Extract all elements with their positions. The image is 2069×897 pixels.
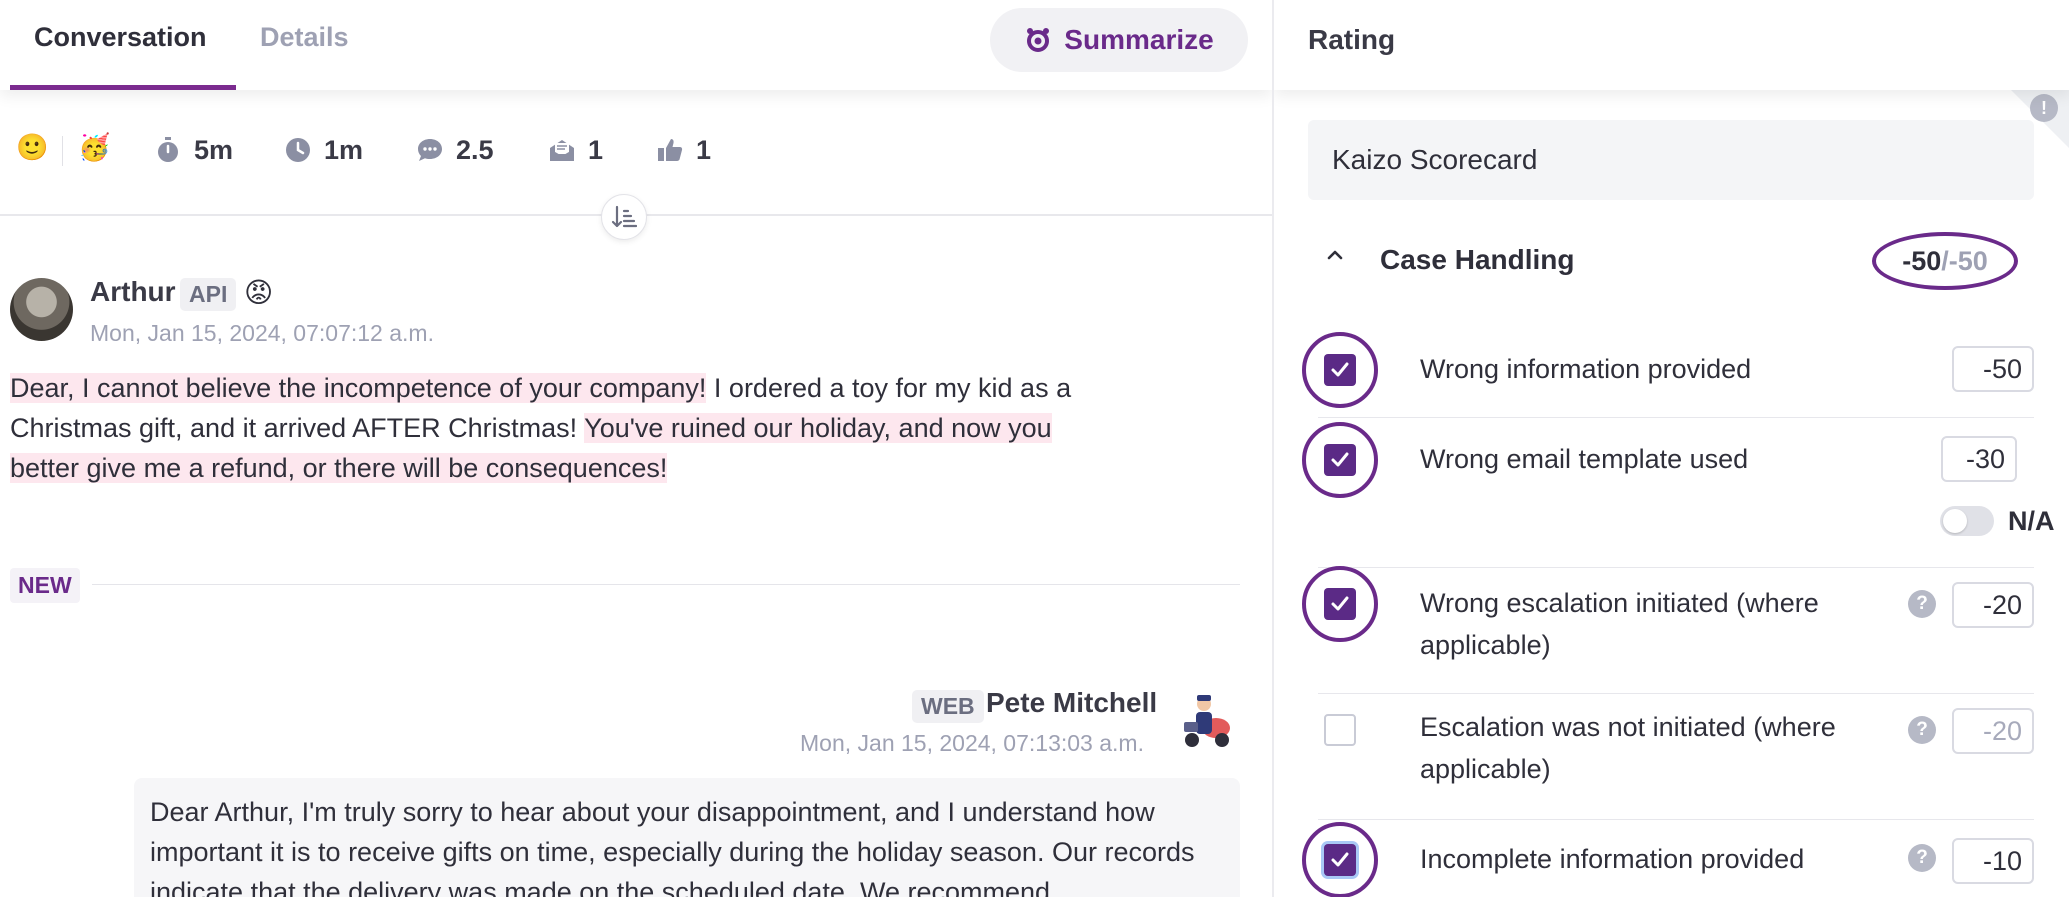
chat-bubble-icon xyxy=(418,139,442,161)
criterion-checkbox[interactable] xyxy=(1324,444,1356,476)
criterion-score-input[interactable]: -30 xyxy=(1941,436,2017,482)
na-toggle[interactable] xyxy=(1940,506,1994,536)
likes-value: 1 xyxy=(696,134,712,165)
chevron-up-icon[interactable] xyxy=(1322,242,1348,268)
checkmark-icon xyxy=(1331,362,1349,377)
message-timestamp: Mon, Jan 15, 2024, 07:07:12 a.m. xyxy=(90,320,434,346)
section-score-value: -50 xyxy=(1902,245,1942,276)
customer-avatar xyxy=(10,278,73,341)
message-timestamp: Mon, Jan 15, 2024, 07:13:03 a.m. xyxy=(800,730,1144,756)
section-case-handling[interactable]: Case Handling -50/-50 xyxy=(1308,230,2038,292)
section-title: Case Handling xyxy=(1380,244,1575,275)
response-time-value: 1m xyxy=(324,134,364,165)
sort-descending-icon xyxy=(611,205,637,228)
scorecard-name: Kaizo Scorecard xyxy=(1308,120,2034,200)
party-face-icon: 🥳 xyxy=(78,132,111,162)
emails-value: 1 xyxy=(588,134,604,165)
response-time-stat: 1m xyxy=(284,118,363,182)
na-label: N/A xyxy=(2008,506,2055,536)
sparkle-robot-icon xyxy=(1027,28,1050,52)
summarize-button[interactable]: Summarize xyxy=(990,8,1248,72)
tab-conversation[interactable]: Conversation xyxy=(34,22,207,53)
exclamation-icon[interactable]: ! xyxy=(2030,94,2058,122)
channel-badge: WEB xyxy=(912,690,984,723)
open-envelope-icon xyxy=(550,140,574,161)
help-icon[interactable]: ? xyxy=(1908,716,1936,744)
agent-avatar xyxy=(1176,690,1236,750)
checkmark-icon xyxy=(1331,852,1349,867)
rating-title: Rating xyxy=(1308,24,1396,55)
rating-pane: Rating ! Kaizo Scorecard Case Handling -… xyxy=(1272,0,2069,897)
stats-divider xyxy=(62,136,63,166)
likes-stat: 1 xyxy=(656,118,711,182)
criterion-label: Wrong information provided xyxy=(1420,354,1752,384)
conversation-pane: Conversation Details Summarize 🙂 🥳 5m 1m… xyxy=(0,0,1272,897)
help-icon[interactable]: ? xyxy=(1908,844,1936,872)
criterion-row: Wrong information provided -50 xyxy=(1302,322,2034,418)
messages-value: 2.5 xyxy=(456,134,494,165)
checkmark-icon xyxy=(1331,596,1349,611)
conversation-stats: 🙂 🥳 5m 1m 2.5 1 1 xyxy=(0,118,1272,182)
section-score: -50/-50 xyxy=(1872,232,2018,290)
new-messages-label: NEW xyxy=(10,568,80,603)
criterion-row: Wrong email template used -30 N/A xyxy=(1302,418,2055,568)
negative-sentence-highlight: Dear, I cannot believe the incompetence … xyxy=(10,373,707,403)
help-icon[interactable]: ? xyxy=(1908,590,1936,618)
agent-message: Dear Arthur, I'm truly sorry to hear abo… xyxy=(134,778,1240,897)
criterion-row: Wrong escalation initiated (where applic… xyxy=(1302,566,2034,694)
handle-time-value: 5m xyxy=(194,134,234,165)
rating-header: Rating xyxy=(1274,0,2069,90)
criterion-score-input[interactable]: -20 xyxy=(1952,708,2034,754)
angry-face-icon: 😡 xyxy=(244,277,274,308)
sort-order-button[interactable] xyxy=(601,194,647,240)
emails-stat: 1 xyxy=(548,118,603,182)
handle-time-stat: 5m xyxy=(154,118,233,182)
clock-icon xyxy=(286,138,310,162)
stopwatch-icon xyxy=(158,137,178,162)
agent-name: Pete Mitchell xyxy=(986,687,1158,718)
thumbs-up-icon xyxy=(658,139,683,161)
channel-badge: API xyxy=(180,278,237,311)
sentiment-face-icon: 🙂 xyxy=(16,132,49,162)
customer-message: Dear, I cannot believe the incompetence … xyxy=(10,368,1120,488)
toggle-knob xyxy=(1943,509,1967,533)
criterion-checkbox[interactable] xyxy=(1324,844,1356,876)
messages-stat: 2.5 xyxy=(416,118,494,182)
criterion-checkbox[interactable] xyxy=(1324,588,1356,620)
customer-name: Arthur xyxy=(90,276,176,307)
criterion-label: Incomplete information provided xyxy=(1420,844,1805,874)
summarize-label: Summarize xyxy=(1064,24,1214,55)
tabs-bar: Conversation Details Summarize xyxy=(0,0,1272,90)
tab-details[interactable]: Details xyxy=(260,22,349,53)
criterion-label: Wrong email template used xyxy=(1420,444,1749,474)
criterion-checkbox[interactable] xyxy=(1324,354,1356,386)
active-tab-indicator xyxy=(10,85,236,90)
criterion-score-input[interactable]: -20 xyxy=(1952,582,2034,628)
checkmark-icon xyxy=(1331,452,1349,467)
new-messages-divider xyxy=(92,584,1240,585)
criterion-label: Escalation was not initiated (where appl… xyxy=(1420,712,1836,784)
criterion-score-input[interactable]: -50 xyxy=(1952,346,2034,392)
criterion-row: Incomplete information provided ? -10 xyxy=(1302,820,2034,897)
criterion-checkbox[interactable] xyxy=(1324,714,1356,746)
criterion-row: Escalation was not initiated (where appl… xyxy=(1308,694,2034,820)
criterion-score-input[interactable]: -10 xyxy=(1952,838,2034,884)
criterion-label: Wrong escalation initiated (where applic… xyxy=(1420,588,1819,660)
section-score-max: /-50 xyxy=(1941,245,1988,276)
scooter-rider-icon xyxy=(1184,695,1230,747)
